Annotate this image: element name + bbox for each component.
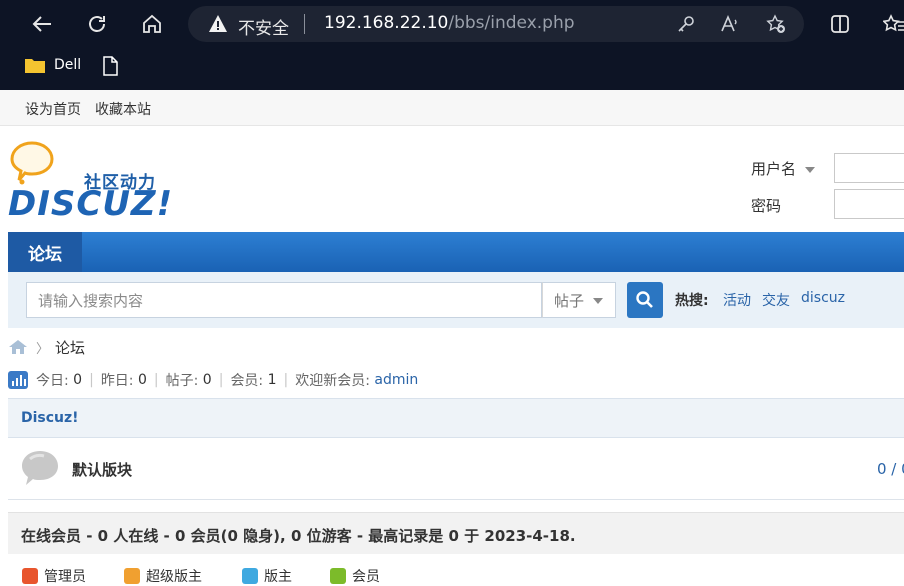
search-type-select[interactable]: 帖子 xyxy=(542,282,616,318)
bookmarks-bar xyxy=(0,48,904,90)
username-label[interactable]: 用户名 xyxy=(751,158,815,179)
browser-toolbar: 不安全 192.168.22.10/bbs/index.php xyxy=(0,0,904,48)
member-badge-icon xyxy=(330,568,346,584)
insecure-label: 不安全 xyxy=(238,19,289,39)
home-icon[interactable] xyxy=(8,339,28,355)
key-icon[interactable] xyxy=(676,14,696,34)
page-icon xyxy=(103,56,118,76)
search-input[interactable]: 请输入搜索内容 xyxy=(26,282,542,318)
admin-badge-icon xyxy=(22,568,38,584)
stat-today: 0 xyxy=(73,372,83,388)
read-aloud-icon[interactable] xyxy=(720,14,740,34)
hot-search-label: 热搜: xyxy=(675,293,709,309)
category-header: Discuz! xyxy=(8,398,904,438)
password-field[interactable] xyxy=(834,189,904,219)
search-button[interactable] xyxy=(627,282,663,318)
newest-member-link[interactable]: admin xyxy=(374,372,418,388)
set-homepage-link[interactable]: 设为首页 xyxy=(25,99,81,119)
stat-yesterday: 0 xyxy=(137,372,147,388)
legend-admin: 管理员 xyxy=(22,568,86,585)
search-icon xyxy=(636,291,653,308)
site-header: 社区动力 DISCUZ! 用户名 密码 xyxy=(0,126,904,232)
bookmark-folder-dell[interactable]: Dell xyxy=(24,56,81,74)
stat-members: 1 xyxy=(267,372,277,388)
username-field[interactable] xyxy=(834,153,904,183)
split-screen-icon[interactable] xyxy=(824,8,856,40)
breadcrumb-separator: 〉 xyxy=(36,341,50,357)
address-bar[interactable]: 不安全 192.168.22.10/bbs/index.php xyxy=(188,6,804,42)
main-nav: 论坛 xyxy=(8,232,904,272)
password-label: 密码 xyxy=(751,197,782,215)
forum-bubble-icon xyxy=(22,451,58,485)
online-summary[interactable]: 在线会员 - 0 人在线 - 0 会员(0 隐身), 0 位游客 - 最高记录是… xyxy=(21,525,576,546)
favorites-icon[interactable] xyxy=(878,8,904,40)
logo-bubble-icon xyxy=(10,141,54,185)
address-separator xyxy=(304,14,305,34)
bookmark-page[interactable] xyxy=(102,56,118,76)
warning-icon xyxy=(209,15,227,32)
forum-name-link[interactable]: 默认版块 xyxy=(72,459,132,480)
breadcrumb: 〉 论坛 xyxy=(8,336,85,358)
chevron-down-icon xyxy=(593,298,603,304)
url-text: 192.168.22.10/bbs/index.php xyxy=(324,13,575,33)
hot-search-link[interactable]: 活动 xyxy=(723,290,751,310)
home-icon[interactable] xyxy=(136,8,168,40)
back-icon[interactable] xyxy=(26,8,58,40)
forum-stats: 今日: 0 | 昨日: 0 | 帖子: 0 | 会员: 1 | 欢迎新会员: a… xyxy=(8,370,418,390)
forum-row: 默认版块 0 / 0 xyxy=(8,438,904,500)
search-bar: 请输入搜索内容 帖子 热搜: 活动 交友 discuz xyxy=(8,272,904,328)
legend-super-moderator: 超级版主 xyxy=(124,568,202,585)
tab-forum[interactable]: 论坛 xyxy=(8,232,82,272)
site-topbar: 设为首页 收藏本站 xyxy=(0,90,904,126)
breadcrumb-current[interactable]: 论坛 xyxy=(55,337,85,358)
online-members-bar: 在线会员 - 0 人在线 - 0 会员(0 隐身), 0 位游客 - 最高记录是… xyxy=(8,512,904,554)
bookmark-site-link[interactable]: 收藏本站 xyxy=(95,99,151,119)
stat-posts: 0 xyxy=(202,372,212,388)
forum-counts: 0 / 0 xyxy=(877,460,904,478)
hot-search-link[interactable]: 交友 xyxy=(762,290,790,310)
favorite-add-icon[interactable] xyxy=(766,14,786,34)
category-title[interactable]: Discuz! xyxy=(21,410,79,426)
legend-member: 会员 xyxy=(330,568,380,585)
legend-moderator: 版主 xyxy=(242,568,292,585)
hot-search-link[interactable]: discuz xyxy=(801,290,845,306)
moderator-badge-icon xyxy=(242,568,258,584)
stats-chart-icon xyxy=(8,371,28,389)
logo-wordmark: DISCUZ! xyxy=(8,184,174,224)
super-moderator-badge-icon xyxy=(124,568,140,584)
chevron-down-icon xyxy=(804,166,815,173)
refresh-icon[interactable] xyxy=(81,8,113,40)
folder-icon xyxy=(25,59,45,73)
